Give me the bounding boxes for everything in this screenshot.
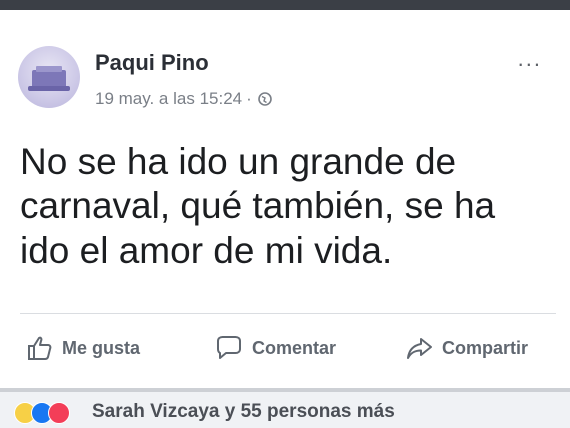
reactions-summary[interactable]: Sarah Vizcaya y 55 personas más xyxy=(92,401,395,423)
reactions-bar[interactable]: Sarah Vizcaya y 55 personas más xyxy=(0,388,570,428)
like-button[interactable]: Me gusta xyxy=(24,333,140,363)
post-meta: 19 may. a las 15:24 · xyxy=(95,89,272,109)
action-bar: Me gusta Comentar Compartir xyxy=(0,328,570,368)
thumbs-up-icon xyxy=(28,336,52,360)
globe-icon xyxy=(257,92,272,106)
love-reaction-icon xyxy=(48,402,70,424)
avatar[interactable] xyxy=(18,46,80,108)
meta-separator: · xyxy=(246,89,252,108)
reaction-icons xyxy=(14,402,70,424)
share-icon xyxy=(407,338,432,359)
divider xyxy=(20,313,556,314)
top-bar xyxy=(0,0,570,10)
post-card: Paqui Pino 19 may. a las 15:24 · ... No … xyxy=(0,10,570,388)
more-options-icon[interactable]: ... xyxy=(518,46,542,72)
author-name[interactable]: Paqui Pino xyxy=(95,50,209,76)
comment-label: Comentar xyxy=(252,337,337,358)
post-message: No se ha ido un grande de carnaval, qué … xyxy=(20,141,496,271)
share-button[interactable]: Compartir xyxy=(404,333,528,363)
share-label: Compartir xyxy=(442,337,529,358)
post-timestamp[interactable]: 19 may. a las 15:24 xyxy=(95,89,242,109)
like-label: Me gusta xyxy=(62,337,141,358)
comment-button[interactable]: Comentar xyxy=(214,333,336,363)
comment-icon xyxy=(217,336,241,359)
